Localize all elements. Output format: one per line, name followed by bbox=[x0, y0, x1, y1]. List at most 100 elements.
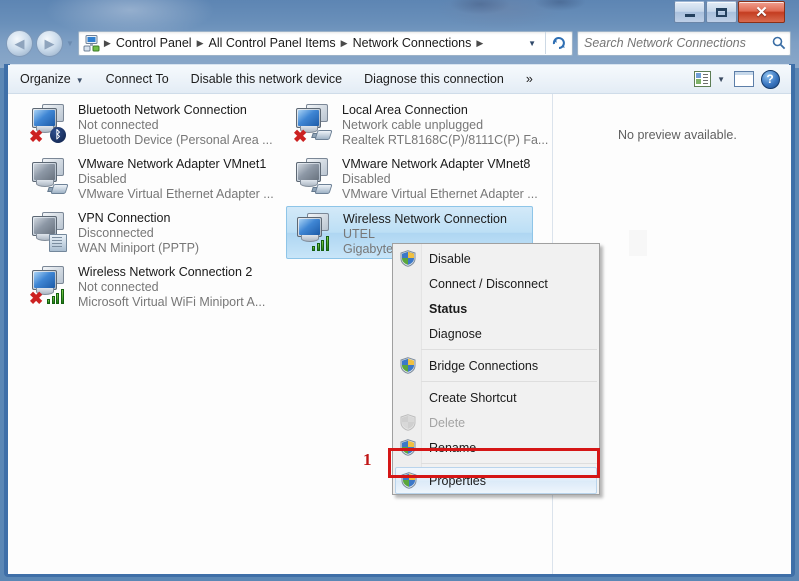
preview-placeholder bbox=[629, 230, 647, 256]
connection-status: UTEL bbox=[343, 227, 375, 241]
list-item[interactable]: ✖ Local Area Connection Network cable un… bbox=[286, 98, 549, 151]
network-adapter-icon bbox=[28, 210, 74, 254]
context-menu-item-connect-disconnect[interactable]: Connect / Disconnect bbox=[393, 271, 599, 296]
context-menu-label: Status bbox=[429, 301, 468, 316]
connection-status: Disabled bbox=[78, 172, 127, 186]
context-menu-label: Diagnose bbox=[429, 326, 482, 341]
bluetooth-icon: ᛒ bbox=[50, 127, 66, 143]
view-options-icon bbox=[693, 71, 711, 87]
context-menu-separator bbox=[421, 381, 597, 382]
uac-shield-icon bbox=[401, 472, 417, 489]
context-menu-separator bbox=[421, 463, 597, 464]
help-button[interactable]: ? bbox=[757, 68, 783, 90]
toolbar-overflow-button[interactable]: » bbox=[516, 68, 543, 90]
history-dropdown-button[interactable]: ▼ bbox=[66, 39, 74, 48]
list-item[interactable]: VMware Network Adapter VMnet1 Disabled V… bbox=[22, 152, 274, 205]
connection-device: VMware Virtual Ethernet Adapter ... bbox=[342, 187, 538, 201]
close-button[interactable]: ✕ bbox=[738, 1, 785, 23]
context-menu-label: Rename bbox=[429, 440, 477, 455]
list-item-text: VMware Network Adapter VMnet1 Disabled V… bbox=[78, 156, 274, 202]
disconnected-x-icon: ✖ bbox=[29, 127, 44, 146]
connection-device: Microsoft Virtual WiFi Miniport A... bbox=[78, 295, 266, 309]
list-item[interactable]: ✖ Wireless Network Connection 2 Not conn… bbox=[22, 260, 269, 313]
context-menu-separator bbox=[421, 349, 597, 350]
breadcrumb-separator: ▶ bbox=[196, 37, 204, 48]
connection-name: Local Area Connection bbox=[342, 103, 468, 117]
command-toolbar: Organize ▼ Connect To Disable this networ… bbox=[8, 65, 791, 94]
network-adapter-icon bbox=[28, 156, 74, 200]
list-item[interactable]: VPN Connection Disconnected WAN Miniport… bbox=[22, 206, 269, 259]
toolbar-right-group: ▼ ? bbox=[689, 68, 791, 90]
minimize-icon bbox=[684, 13, 695, 17]
list-item-text: Wireless Network Connection 2 Not connec… bbox=[78, 264, 265, 310]
context-menu-item-create-shortcut[interactable]: Create Shortcut bbox=[393, 385, 599, 410]
context-menu-item-rename[interactable]: Rename bbox=[393, 435, 599, 460]
context-menu-item-properties[interactable]: Properties bbox=[395, 467, 597, 494]
network-adapter-icon: ✖ bbox=[292, 102, 338, 146]
close-icon: ✕ bbox=[755, 3, 768, 21]
search-icon[interactable] bbox=[768, 36, 790, 50]
annotation-number: 1 bbox=[363, 450, 372, 469]
network-adapter-icon: ✖ ᛒ bbox=[28, 102, 74, 146]
uac-shield-icon bbox=[400, 250, 416, 267]
ethernet-cable-icon bbox=[311, 128, 333, 141]
context-menu[interactable]: Disable Connect / Disconnect Status Diag… bbox=[392, 243, 600, 495]
uac-shield-icon-disabled bbox=[400, 414, 416, 431]
toolbar-diagnose-button[interactable]: Diagnose this connection bbox=[354, 68, 514, 90]
view-dropdown-caret-icon[interactable]: ▼ bbox=[717, 75, 725, 84]
context-menu-label: Create Shortcut bbox=[429, 390, 517, 405]
network-connections-icon bbox=[82, 34, 101, 52]
address-dropdown-button[interactable]: ▼ bbox=[523, 39, 545, 48]
toolbar-connect-to-button[interactable]: Connect To bbox=[96, 68, 179, 90]
context-menu-item-status[interactable]: Status bbox=[393, 296, 599, 321]
chevron-down-icon: ▼ bbox=[75, 76, 84, 85]
search-input[interactable] bbox=[578, 36, 768, 50]
connection-name: Wireless Network Connection 2 bbox=[78, 265, 253, 279]
help-icon: ? bbox=[760, 69, 780, 89]
context-menu-item-delete: Delete bbox=[393, 410, 599, 435]
address-bar-box[interactable]: ▶ Control Panel ▶ All Control Panel Item… bbox=[77, 30, 573, 56]
context-menu-item-diagnose[interactable]: Diagnose bbox=[393, 321, 599, 346]
breadcrumb-network-connections[interactable]: Network Connections bbox=[349, 35, 476, 51]
forward-button[interactable]: ▶ bbox=[36, 29, 63, 57]
network-adapter-icon bbox=[293, 211, 339, 255]
disconnected-x-icon: ✖ bbox=[29, 289, 44, 308]
context-menu-item-bridge-connections[interactable]: Bridge Connections bbox=[393, 353, 599, 378]
uac-shield-icon bbox=[400, 439, 416, 456]
maximize-button[interactable] bbox=[706, 1, 737, 23]
maximize-icon bbox=[716, 7, 727, 17]
connection-status: Not connected bbox=[78, 118, 159, 132]
ethernet-cable-icon bbox=[47, 182, 69, 195]
breadcrumb: ▶ Control Panel ▶ All Control Panel Item… bbox=[103, 35, 523, 51]
toolbar-disable-device-button[interactable]: Disable this network device bbox=[181, 68, 352, 90]
list-item[interactable]: VMware Network Adapter VMnet8 Disabled V… bbox=[286, 152, 538, 205]
wifi-signal-icon bbox=[312, 233, 334, 251]
back-button[interactable]: ◀ bbox=[6, 29, 33, 57]
connection-device: Realtek RTL8168C(P)/8111C(P) Fa... bbox=[342, 133, 549, 147]
refresh-button[interactable] bbox=[545, 32, 571, 54]
connection-status: Disconnected bbox=[78, 226, 154, 240]
connection-status: Network cable unplugged bbox=[342, 118, 484, 132]
context-menu-label: Bridge Connections bbox=[429, 358, 539, 373]
preview-pane-button[interactable] bbox=[731, 68, 757, 90]
context-menu-item-disable[interactable]: Disable bbox=[393, 246, 599, 271]
back-arrow-icon: ◀ bbox=[14, 35, 25, 51]
search-box[interactable] bbox=[577, 30, 791, 56]
breadcrumb-control-panel[interactable]: Control Panel bbox=[112, 35, 196, 51]
window-screenshot: ✕ ◀ ▶ ▼ ▶ Control Panel ▶ All Control Pa… bbox=[0, 0, 799, 581]
connection-device: VMware Virtual Ethernet Adapter ... bbox=[78, 187, 274, 201]
forward-arrow-icon: ▶ bbox=[44, 35, 55, 51]
context-menu-label: Disable bbox=[429, 251, 471, 266]
list-item-text: Local Area Connection Network cable unpl… bbox=[342, 102, 549, 148]
breadcrumb-all-control-panel-items[interactable]: All Control Panel Items bbox=[205, 35, 340, 51]
toolbar-organize-label: Organize bbox=[20, 72, 71, 86]
refresh-icon bbox=[552, 37, 565, 49]
list-item[interactable]: ✖ ᛒ Bluetooth Network Connection Not con… bbox=[22, 98, 273, 151]
breadcrumb-separator: ▶ bbox=[103, 37, 111, 48]
change-view-button[interactable] bbox=[689, 68, 715, 90]
breadcrumb-separator: ▶ bbox=[476, 37, 484, 48]
network-adapter-icon: ✖ bbox=[28, 264, 74, 308]
preview-pane-icon bbox=[734, 71, 754, 87]
minimize-button[interactable] bbox=[674, 1, 705, 23]
toolbar-organize-button[interactable]: Organize ▼ bbox=[10, 68, 94, 90]
